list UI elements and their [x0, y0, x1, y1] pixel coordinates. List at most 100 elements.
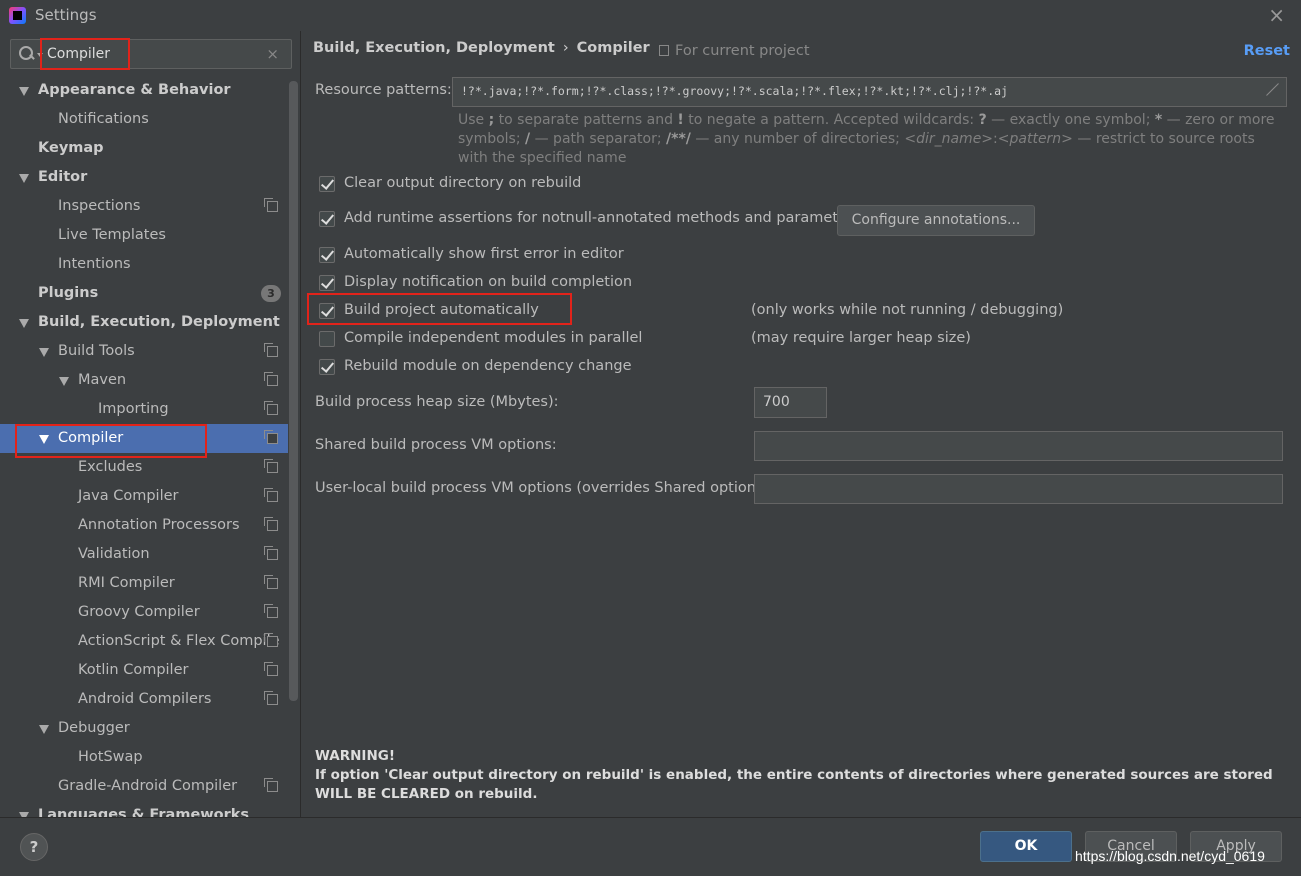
expand-arrow-icon[interactable]	[19, 87, 29, 96]
expand-arrow-icon[interactable]	[19, 319, 29, 328]
tree-item-compiler[interactable]: Compiler	[0, 424, 288, 453]
tree-item-label: Languages & Frameworks	[38, 807, 250, 817]
tree-item-inspections[interactable]: Inspections	[0, 192, 288, 221]
configure-annotations-button[interactable]: Configure annotations...	[837, 205, 1035, 236]
notify-build-label[interactable]: Display notification on build completion	[344, 274, 632, 290]
tree-item-label: Validation	[78, 546, 150, 562]
clear-output-label[interactable]: Clear output directory on rebuild	[344, 175, 581, 191]
tree-item-label: Excludes	[78, 459, 143, 475]
shared-vm-options-field[interactable]	[754, 431, 1283, 461]
tree-item-android-compilers[interactable]: Android Compilers	[0, 685, 288, 714]
project-scope-icon	[264, 430, 278, 444]
tree-scrollbar[interactable]	[289, 81, 298, 701]
user-vm-options-field[interactable]	[754, 474, 1283, 504]
expand-arrow-icon[interactable]	[19, 174, 29, 183]
tree-item-build-execution-deployment[interactable]: Build, Execution, Deployment	[0, 308, 288, 337]
project-scope-icon	[264, 198, 278, 212]
tree-item-appearance-behavior[interactable]: Appearance & Behavior	[0, 76, 288, 105]
tree-item-groovy-compiler[interactable]: Groovy Compiler	[0, 598, 288, 627]
project-scope-icon	[264, 633, 278, 647]
tree-item-debugger[interactable]: Debugger	[0, 714, 288, 743]
tree-item-label: Debugger	[58, 720, 130, 736]
tree-item-java-compiler[interactable]: Java Compiler	[0, 482, 288, 511]
show-first-error-checkbox[interactable]	[319, 247, 335, 263]
project-scope-icon	[264, 691, 278, 705]
tree-item-label: Keymap	[38, 140, 104, 156]
expand-arrow-icon[interactable]	[39, 725, 49, 734]
project-scope-icon	[264, 778, 278, 792]
tree-item-validation[interactable]: Validation	[0, 540, 288, 569]
tree-item-notifications[interactable]: Notifications	[0, 105, 288, 134]
compile-parallel-checkbox[interactable]	[319, 331, 335, 347]
tree-item-label: Build Tools	[58, 343, 135, 359]
heap-size-field[interactable]: 700	[754, 387, 827, 418]
breadcrumb: Build, Execution, Deployment › Compiler	[313, 40, 650, 56]
compile-parallel-note: (may require larger heap size)	[751, 330, 971, 346]
tree-item-label: Intentions	[58, 256, 131, 272]
rebuild-dependency-checkbox[interactable]	[319, 359, 335, 375]
search-icon[interactable]	[18, 45, 36, 63]
breadcrumb-current: Compiler	[576, 40, 650, 56]
tree-item-live-templates[interactable]: Live Templates	[0, 221, 288, 250]
runtime-assertions-checkbox[interactable]	[319, 211, 335, 227]
project-scope-icon	[264, 575, 278, 589]
project-scope-icon	[264, 546, 278, 560]
expand-arrow-icon[interactable]	[39, 348, 49, 357]
project-scope-icon	[264, 459, 278, 473]
settings-tree: Appearance & Behavior Notifications Keymap…	[0, 76, 288, 817]
settings-sidebar: × Appearance & Behavior Notifications Keym…	[0, 31, 301, 817]
close-icon[interactable]: ×	[1268, 3, 1285, 27]
runtime-assertions-label[interactable]: Add runtime assertions for notnull-annot…	[344, 210, 860, 226]
tree-item-intentions[interactable]: Intentions	[0, 250, 288, 279]
scope-text: For current project	[675, 43, 810, 59]
expand-field-icon[interactable]	[1264, 83, 1278, 97]
compile-parallel-label[interactable]: Compile independent modules in parallel	[344, 330, 642, 346]
clear-search-icon[interactable]: ×	[266, 45, 279, 63]
expand-arrow-icon[interactable]	[39, 435, 49, 444]
clear-output-checkbox[interactable]	[319, 176, 335, 192]
tree-item-rmi-compiler[interactable]: RMI Compiler	[0, 569, 288, 598]
tree-item-languages-frameworks[interactable]: Languages & Frameworks	[0, 801, 288, 817]
build-automatically-checkbox[interactable]	[319, 303, 335, 319]
tree-item-label: ActionScript & Flex Compile	[78, 633, 280, 649]
show-first-error-label[interactable]: Automatically show first error in editor	[344, 246, 624, 262]
ok-button[interactable]: OK	[980, 831, 1072, 862]
project-scope-icon	[264, 401, 278, 415]
tree-item-maven[interactable]: Maven	[0, 366, 288, 395]
tree-item-label: Kotlin Compiler	[78, 662, 189, 678]
tree-item-actionscript-flex-compile[interactable]: ActionScript & Flex Compile	[0, 627, 288, 656]
rebuild-dependency-label[interactable]: Rebuild module on dependency change	[344, 358, 632, 374]
compiler-settings-panel: Build, Execution, Deployment › Compiler Fo…	[302, 31, 1301, 817]
breadcrumb-parent[interactable]: Build, Execution, Deployment	[313, 40, 555, 56]
breadcrumb-separator: ›	[562, 40, 569, 56]
resource-patterns-field[interactable]: !?*.java;!?*.form;!?*.class;!?*.groovy;!…	[452, 77, 1287, 107]
tree-item-build-tools[interactable]: Build Tools	[0, 337, 288, 366]
tree-item-label: Importing	[98, 401, 169, 417]
tree-item-label: Annotation Processors	[78, 517, 240, 533]
project-scope-icon	[264, 488, 278, 502]
build-automatically-note: (only works while not running / debuggin…	[751, 302, 1064, 318]
notify-build-checkbox[interactable]	[319, 275, 335, 291]
expand-arrow-icon[interactable]	[59, 377, 69, 386]
tree-item-label: Appearance & Behavior	[38, 82, 231, 98]
resource-patterns-label: Resource patterns:	[315, 82, 452, 98]
help-icon[interactable]: ?	[20, 833, 48, 861]
search-input[interactable]	[47, 43, 247, 65]
search-box[interactable]: ×	[10, 39, 292, 69]
tree-item-importing[interactable]: Importing	[0, 395, 288, 424]
tree-item-kotlin-compiler[interactable]: Kotlin Compiler	[0, 656, 288, 685]
user-vm-options-label: User-local build process VM options (ove…	[315, 480, 775, 496]
tree-item-label: Inspections	[58, 198, 141, 214]
search-history-dropdown-icon[interactable]	[37, 53, 43, 57]
tree-item-excludes[interactable]: Excludes	[0, 453, 288, 482]
tree-item-plugins[interactable]: Plugins 3	[0, 279, 288, 308]
build-automatically-label[interactable]: Build project automatically	[344, 302, 539, 318]
tree-item-gradle-android-compiler[interactable]: Gradle-Android Compiler	[0, 772, 288, 801]
tree-item-keymap[interactable]: Keymap	[0, 134, 288, 163]
reset-link[interactable]: Reset	[1244, 43, 1290, 59]
tree-item-annotation-processors[interactable]: Annotation Processors	[0, 511, 288, 540]
tree-item-editor[interactable]: Editor	[0, 163, 288, 192]
tree-item-label: Gradle-Android Compiler	[58, 778, 238, 794]
tree-item-hotswap[interactable]: HotSwap	[0, 743, 288, 772]
project-scope-icon	[264, 343, 278, 357]
